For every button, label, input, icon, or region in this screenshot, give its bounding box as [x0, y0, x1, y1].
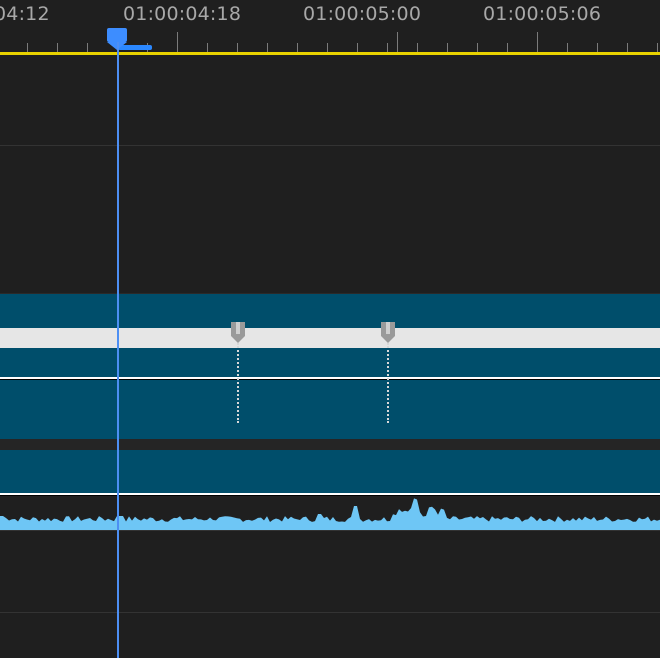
keyframe-icon[interactable] — [230, 321, 246, 343]
time-ruler[interactable]: 04:12 01:00:04:18 01:00:05:00 01:00:05:0… — [0, 0, 660, 52]
ruler-tick — [597, 43, 598, 52]
audio-waveform — [0, 498, 660, 530]
ruler-tick — [417, 43, 418, 52]
clip-edge — [0, 293, 660, 294]
timecode-label: 01:00:05:00 — [303, 3, 422, 25]
ruler-tick — [477, 43, 478, 52]
ruler-tick — [327, 43, 328, 52]
ruler-tick — [237, 43, 238, 52]
timecode-label: 01:00:05:06 — [483, 3, 602, 25]
clip-name-bar[interactable] — [0, 328, 660, 348]
ruler-tick — [207, 43, 208, 52]
audio-track-empty[interactable] — [0, 531, 660, 613]
ruler-tick — [297, 43, 298, 52]
track-gap — [0, 439, 660, 450]
video-clip[interactable] — [0, 293, 660, 439]
ruler-tick — [57, 43, 58, 52]
ruler-tick — [567, 43, 568, 52]
video-track-empty[interactable] — [0, 146, 660, 293]
ruler-tick — [657, 43, 658, 52]
timecode-label: 04:12 — [0, 3, 50, 25]
timecode-label: 01:00:04:18 — [123, 3, 242, 25]
ruler-tick — [627, 43, 628, 52]
ruler-tick — [267, 43, 268, 52]
ruler-tick-major — [397, 32, 398, 52]
playhead-handle[interactable] — [107, 28, 127, 42]
clip-divider — [0, 379, 660, 380]
ruler-tick-major — [177, 32, 178, 52]
keyframe-guide — [237, 343, 239, 423]
ruler-tick — [87, 43, 88, 52]
keyframe-icon[interactable] — [380, 321, 396, 343]
ruler-tick — [387, 43, 388, 52]
audio-track-empty[interactable] — [0, 613, 660, 658]
ruler-tick — [27, 43, 28, 52]
ruler-tick — [357, 43, 358, 52]
ruler-tick — [507, 43, 508, 52]
audio-clip[interactable] — [0, 450, 660, 530]
keyframe-guide — [387, 343, 389, 423]
ruler-tick — [447, 43, 448, 52]
video-track-empty[interactable] — [0, 55, 660, 145]
ruler-tick-major — [537, 32, 538, 52]
playhead-line[interactable] — [117, 42, 119, 658]
